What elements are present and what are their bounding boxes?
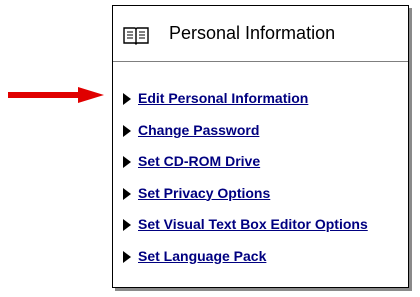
menu-item-edit-personal-information[interactable]: Edit Personal Information	[113, 90, 408, 122]
triangle-right-icon	[123, 250, 131, 263]
edit-personal-information-link[interactable]: Edit Personal Information	[138, 90, 308, 107]
triangle-right-icon	[123, 187, 131, 200]
menu-item-change-password[interactable]: Change Password	[113, 122, 408, 154]
change-password-link[interactable]: Change Password	[138, 122, 259, 139]
triangle-right-icon	[123, 124, 131, 137]
red-arrow-icon	[8, 87, 104, 103]
menu-item-set-language-pack[interactable]: Set Language Pack	[113, 248, 408, 280]
personal-information-menu: Edit Personal Information Change Passwor…	[113, 90, 408, 279]
set-cd-rom-drive-link[interactable]: Set CD-ROM Drive	[138, 153, 260, 170]
set-language-pack-link[interactable]: Set Language Pack	[138, 248, 266, 265]
screenshot-stage: Personal Information Edit Personal Infor…	[0, 0, 420, 297]
set-privacy-options-link[interactable]: Set Privacy Options	[138, 185, 270, 202]
panel-title: Personal Information	[169, 23, 336, 43]
triangle-right-icon	[123, 219, 131, 231]
menu-item-set-cd-rom-drive[interactable]: Set CD-ROM Drive	[113, 153, 408, 185]
panel-header: Personal Information	[113, 6, 408, 62]
book-icon	[123, 27, 149, 45]
menu-item-set-visual-text-box-editor-options[interactable]: Set Visual Text Box Editor Options	[113, 216, 408, 248]
set-visual-text-box-editor-options-link[interactable]: Set Visual Text Box Editor Options	[138, 216, 368, 233]
menu-item-set-privacy-options[interactable]: Set Privacy Options	[113, 185, 408, 217]
personal-information-panel: Personal Information Edit Personal Infor…	[112, 5, 409, 288]
triangle-right-icon	[123, 156, 131, 168]
triangle-right-icon	[123, 93, 131, 105]
